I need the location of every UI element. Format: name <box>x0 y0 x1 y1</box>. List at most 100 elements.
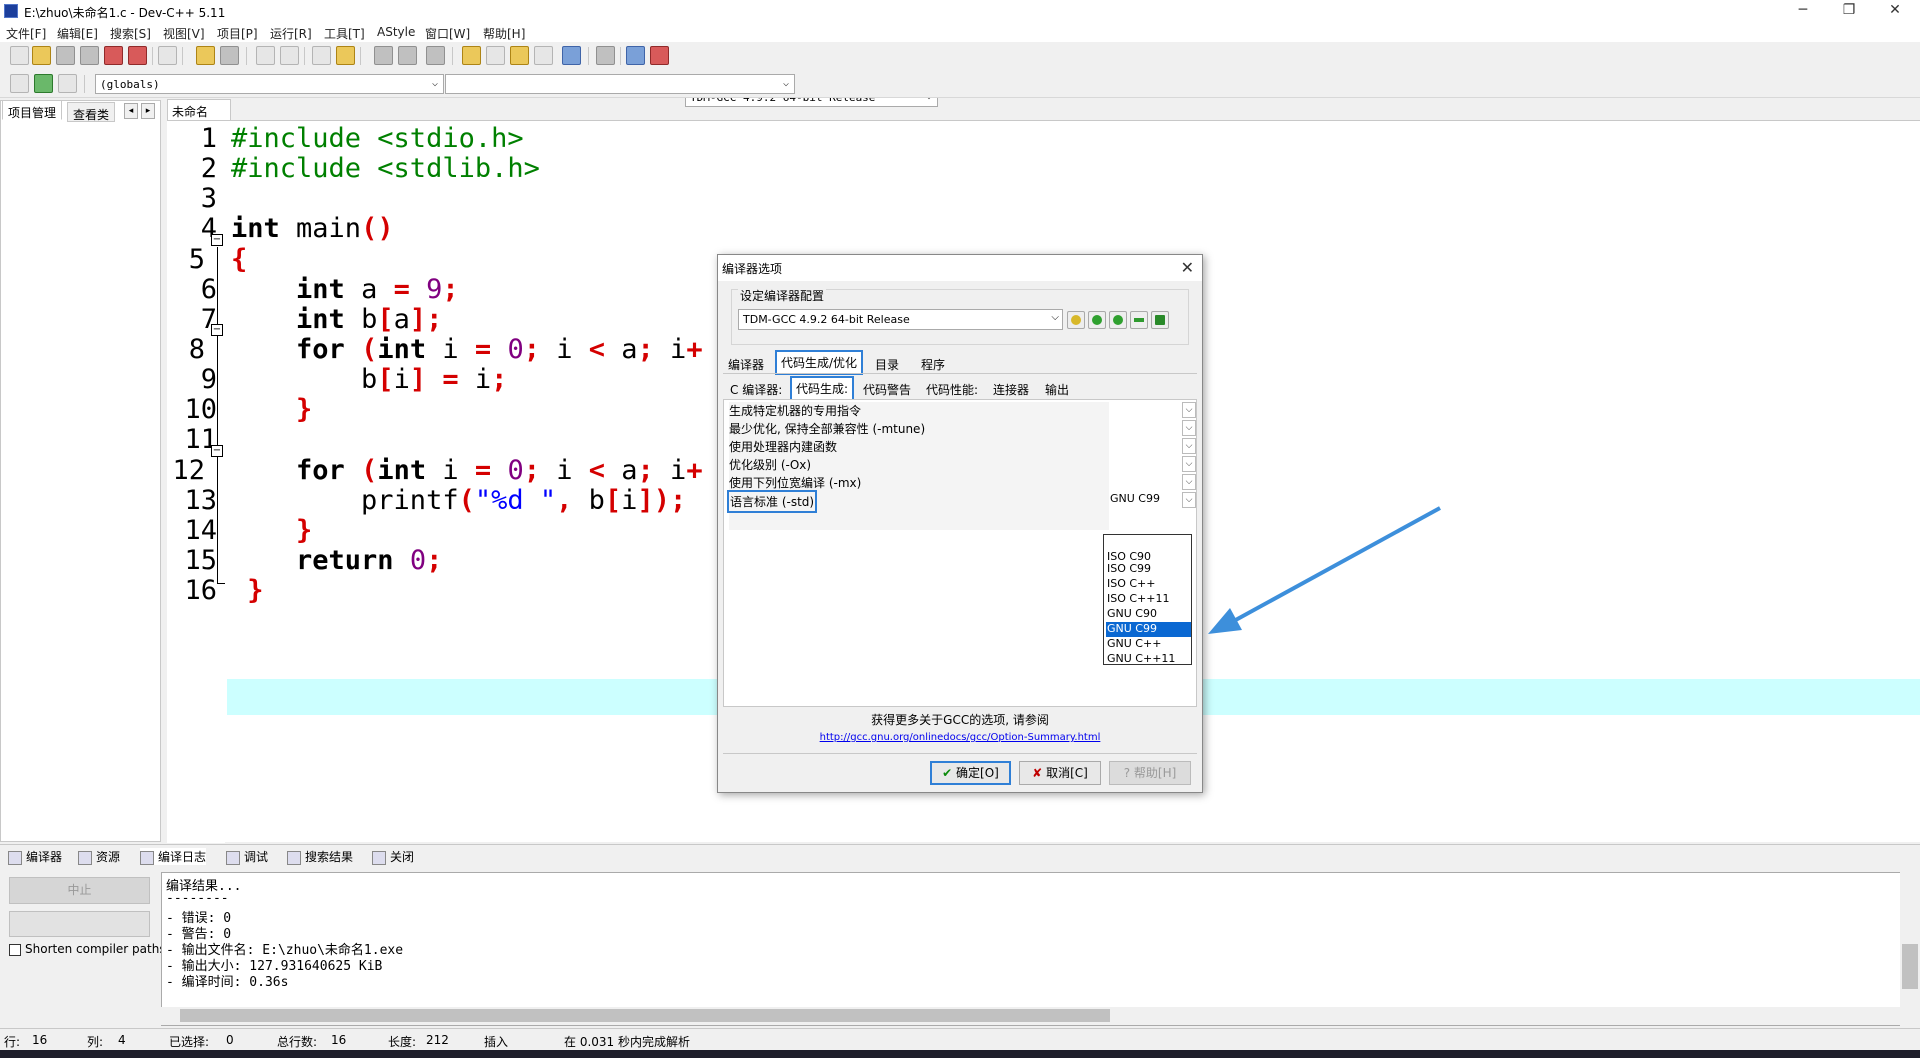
stop-execution-icon[interactable] <box>596 46 615 65</box>
gcc-options-link[interactable]: http://gcc.gnu.org/onlinedocs/gcc/Option… <box>718 732 1202 743</box>
menu-run[interactable]: 运行[R] <box>270 25 312 42</box>
compiler-config-select[interactable]: TDM-GCC 4.9.2 64-bit Release ⌵ <box>738 309 1063 330</box>
dropdown-item[interactable]: GNU C++ <box>1106 637 1191 652</box>
help-button[interactable]: ? 帮助[H] <box>1109 761 1191 785</box>
scope-select[interactable]: (globals) ⌵ <box>95 74 444 94</box>
tab-project-manager[interactable]: 项目管理 <box>2 100 63 120</box>
tab-compiler[interactable]: 编译器 <box>724 354 768 375</box>
line-number: 16 <box>184 575 217 606</box>
undo-icon[interactable] <box>196 46 215 65</box>
menu-edit[interactable]: 编辑[E] <box>57 25 98 42</box>
close-window-button[interactable]: ✕ <box>1872 0 1918 22</box>
subtab-code-warnings[interactable]: 代码警告 <box>859 379 915 400</box>
tab-search-results[interactable]: 搜索结果 <box>287 848 353 865</box>
add-folder-config-icon[interactable] <box>1109 311 1127 329</box>
dropdown-item[interactable]: ISO C99 <box>1106 562 1191 577</box>
fold-toggle-icon[interactable]: − <box>211 234 223 246</box>
tab-code-generation[interactable]: 代码生成/优化 <box>775 350 864 375</box>
shorten-paths-checkbox[interactable] <box>9 944 21 956</box>
option-dropdown-icon[interactable]: ⌵ <box>1182 438 1196 454</box>
dropdown-item-selected[interactable]: GNU C99 <box>1106 622 1191 637</box>
tab-class-browser[interactable]: 查看类 <box>67 102 116 122</box>
dropdown-item[interactable] <box>1106 536 1191 551</box>
menu-tools[interactable]: 工具[T] <box>324 25 365 42</box>
syntax-check-icon[interactable] <box>562 46 581 65</box>
option-dropdown-icon[interactable]: ⌵ <box>1182 492 1196 508</box>
dropdown-item[interactable]: ISO C++11 <box>1106 592 1191 607</box>
menu-window[interactable]: 窗口[W] <box>425 25 470 42</box>
subtab-linker[interactable]: 连接器 <box>989 379 1033 400</box>
dialog-close-icon[interactable]: ✕ <box>1181 258 1194 277</box>
stop-button[interactable]: 中止 <box>9 877 150 904</box>
subtab-code-generation[interactable]: 代码生成: <box>790 376 855 401</box>
profile-chart-icon[interactable] <box>626 46 645 65</box>
log-vscroll-thumb[interactable] <box>1902 944 1918 989</box>
option-dropdown-icon[interactable]: ⌵ <box>1182 420 1196 436</box>
cancel-button[interactable]: ✘ 取消[C] <box>1019 761 1101 785</box>
menu-project[interactable]: 项目[P] <box>217 25 258 42</box>
menu-file[interactable]: 文件[F] <box>6 25 46 42</box>
print-icon[interactable] <box>158 46 177 65</box>
toggle-comment-icon[interactable] <box>426 46 445 65</box>
tab-programs[interactable]: 程序 <box>917 354 949 375</box>
compile-run-icon[interactable] <box>510 46 529 65</box>
replace-icon[interactable] <box>280 46 299 65</box>
insert-icon[interactable] <box>10 74 29 93</box>
new-file-icon[interactable] <box>10 46 29 65</box>
option-dropdown-icon[interactable]: ⌵ <box>1182 474 1196 490</box>
debug-icon[interactable] <box>650 46 669 65</box>
dropdown-item[interactable]: ISO C++ <box>1106 577 1191 592</box>
restore-button[interactable]: ❐ <box>1826 0 1872 22</box>
add-config-icon[interactable] <box>1088 311 1106 329</box>
rename-config-icon[interactable] <box>1067 311 1085 329</box>
find-icon[interactable] <box>256 46 275 65</box>
option-dropdown-icon[interactable]: ⌵ <box>1182 456 1196 472</box>
goto-bookmark-icon[interactable] <box>58 74 77 93</box>
tab-next-icon[interactable]: ▸ <box>141 103 155 119</box>
subtab-output[interactable]: 输出 <box>1041 379 1073 400</box>
subtab-c-compiler[interactable]: C 编译器: <box>726 379 786 400</box>
open-file-icon[interactable] <box>32 46 51 65</box>
fold-toggle-icon[interactable]: − <box>211 324 223 336</box>
redo-icon[interactable] <box>220 46 239 65</box>
tab-directories[interactable]: 目录 <box>871 354 903 375</box>
goto-line-icon[interactable] <box>312 46 331 65</box>
tab-debug[interactable]: 调试 <box>226 848 268 865</box>
language-standard-value[interactable]: GNU C99 <box>1110 492 1180 505</box>
language-standard-dropdown[interactable]: ISO C90 ISO C99 ISO C++ ISO C++11 GNU C9… <box>1103 534 1192 665</box>
indent-icon[interactable] <box>374 46 393 65</box>
close-file-icon[interactable] <box>104 46 123 65</box>
fold-toggle-icon[interactable]: − <box>211 445 223 457</box>
compile-icon[interactable] <box>462 46 481 65</box>
function-select[interactable]: ⌵ <box>445 74 795 94</box>
tab-resources[interactable]: 资源 <box>78 848 120 865</box>
run-icon[interactable] <box>486 46 505 65</box>
tab-close[interactable]: 关闭 <box>372 848 414 865</box>
menu-astyle[interactable]: AStyle <box>377 25 415 39</box>
save-icon[interactable] <box>56 46 75 65</box>
minimize-button[interactable]: ─ <box>1780 0 1826 22</box>
menu-search[interactable]: 搜索[S] <box>110 25 151 42</box>
menu-view[interactable]: 视图[V] <box>163 25 205 42</box>
option-dropdown-icon[interactable]: ⌵ <box>1182 402 1196 418</box>
code-line: { <box>231 244 248 275</box>
unindent-icon[interactable] <box>398 46 417 65</box>
subtab-code-profiling[interactable]: 代码性能: <box>922 379 982 400</box>
tab-compiler-output[interactable]: 编译器 <box>8 848 62 865</box>
ok-button[interactable]: ✔ 确定[O] <box>930 761 1011 785</box>
menu-help[interactable]: 帮助[H] <box>483 25 525 42</box>
toggle-bookmark-icon[interactable] <box>34 74 53 93</box>
save-all-icon[interactable] <box>80 46 99 65</box>
dropdown-item[interactable]: GNU C++11 <box>1106 652 1191 667</box>
log-hscroll-thumb[interactable] <box>180 1009 1110 1022</box>
find-compiler-icon[interactable] <box>1130 311 1148 329</box>
delete-config-icon[interactable] <box>1151 311 1169 329</box>
tab-prev-icon[interactable]: ◂ <box>124 103 138 119</box>
close-all-icon[interactable] <box>128 46 147 65</box>
editor-tab-file[interactable]: 未命名1.c <box>167 99 231 134</box>
tab-compile-log[interactable]: 编译日志 <box>140 848 207 865</box>
dropdown-item[interactable]: GNU C90 <box>1106 607 1191 622</box>
rebuild-all-icon[interactable] <box>534 46 553 65</box>
compile-log-output[interactable]: 编译结果... -------- - 错误: 0 - 警告: 0 - 输出文件名… <box>161 872 1920 1026</box>
bookmark-icon[interactable] <box>336 46 355 65</box>
